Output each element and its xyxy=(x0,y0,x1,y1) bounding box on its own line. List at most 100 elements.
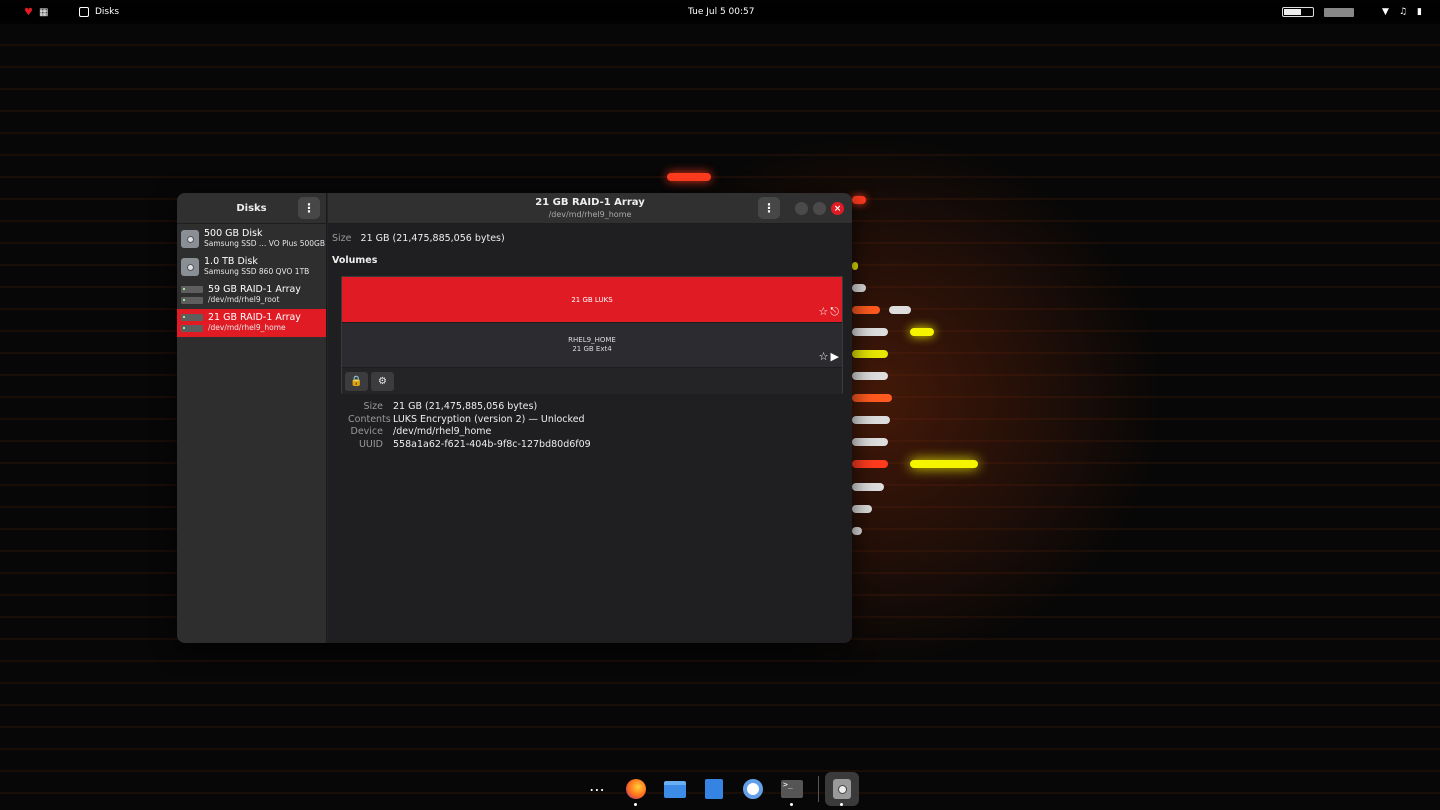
volume-fs-name: RHEL9_HOME xyxy=(568,335,616,344)
files-icon[interactable] xyxy=(663,777,687,801)
detail-key: Size xyxy=(363,400,383,412)
wallpaper-glow xyxy=(852,416,890,424)
header-bar: 21 GB RAID-1 Array /dev/md/rhel9_home ⋮ … xyxy=(328,193,852,224)
disk-item-raid-home[interactable]: 21 GB RAID-1 Array /dev/md/rhel9_home xyxy=(177,309,326,337)
wallpaper-glow xyxy=(852,438,888,446)
top-bar: ♥ ▦ Disks Tue Jul 5 00:57 ▼ ♫ ▮ xyxy=(0,0,1440,24)
detail-key: Device xyxy=(350,426,384,438)
volume-toolbar: 🔒 ⚙ xyxy=(342,367,842,394)
network-icon: ▼ xyxy=(1382,7,1389,17)
detail-key: UUID xyxy=(358,438,383,450)
disk-item-500gb[interactable]: 500 GB Disk Samsung SSD … VO Plus 500GB xyxy=(177,225,326,253)
volume-luks-label: 21 GB LUKS xyxy=(571,295,613,304)
minimize-button[interactable] xyxy=(795,202,808,215)
detail-row-size: Size 21 GB (21,475,885,056 bytes) xyxy=(348,400,591,413)
activities-button[interactable]: ♥ ▦ xyxy=(24,0,48,24)
drive-size: Size 21 GB (21,475,885,056 bytes) xyxy=(332,233,505,244)
sidebar: Disks ⋮ 500 GB Disk Samsung SSD … VO Plu… xyxy=(177,193,327,643)
terminal-icon[interactable]: >_ xyxy=(780,777,804,806)
wallpaper-glow xyxy=(852,262,858,270)
detail-row-uuid: UUID 558a1a62-f621-404b-9f8c-127bd80d6f0… xyxy=(348,438,591,451)
keyboard-layout-indicator[interactable] xyxy=(1282,7,1315,17)
app-menu-button[interactable]: ⋮ xyxy=(298,197,320,219)
wallpaper-glow xyxy=(852,196,866,204)
volume-fs-desc: 21 GB Ext4 xyxy=(572,345,612,353)
detail-row-contents: Contents LUKS Encryption (version 2) — U… xyxy=(348,413,591,426)
dock: ⋯ >_ xyxy=(580,772,862,807)
gears-icon: ⚙ xyxy=(378,375,387,387)
disk-subtitle: Samsung SSD … VO Plus 500GB xyxy=(204,239,325,249)
detail-value: 21 GB (21,475,885,056 bytes) xyxy=(393,400,538,412)
raid-icon xyxy=(181,314,203,332)
wallpaper-glow xyxy=(852,394,892,402)
wallpaper-glow xyxy=(667,173,711,181)
disk-item-1tb[interactable]: 1.0 TB Disk Samsung SSD 860 QVO 1TB xyxy=(177,253,326,281)
firefox-icon[interactable] xyxy=(624,777,648,806)
app-menu[interactable]: Disks xyxy=(79,0,119,24)
disks-window: Disks ⋮ 500 GB Disk Samsung SSD … VO Plu… xyxy=(177,193,852,643)
disks-app-icon xyxy=(79,7,89,17)
wallpaper-glow xyxy=(852,284,866,292)
detail-value: 558a1a62-f621-404b-9f8c-127bd80d6f09 xyxy=(393,438,591,450)
disk-item-raid-root[interactable]: 59 GB RAID-1 Array /dev/md/rhel9_root xyxy=(177,281,326,309)
sidebar-header: Disks ⋮ xyxy=(177,193,326,224)
wallpaper-glow xyxy=(852,483,884,491)
raid-icon xyxy=(181,286,203,304)
wallpaper-glow xyxy=(852,372,888,380)
detail-key: Contents xyxy=(348,413,391,425)
kebab-menu-icon: ⋮ xyxy=(763,201,775,215)
lock-icon: 🔒 xyxy=(350,375,363,387)
volume-luks[interactable]: 21 GB LUKS ☆ ⎋ xyxy=(342,277,842,322)
app-grid-small-icon: ▦ xyxy=(38,6,49,18)
wallpaper-glow xyxy=(852,505,872,513)
kebab-menu-icon: ⋮ xyxy=(303,201,315,215)
input-indicator[interactable] xyxy=(1324,7,1355,17)
star-icon: ☆ xyxy=(818,349,829,363)
disk-icon xyxy=(181,258,199,276)
app-grid-icon[interactable]: ⋯ xyxy=(585,777,609,801)
wallpaper-glow xyxy=(910,460,978,468)
wallpaper-glow xyxy=(889,306,911,314)
disk-subtitle: /dev/md/rhel9_home xyxy=(208,323,286,333)
wallpaper-glow xyxy=(852,306,880,314)
app-menu-label: Disks xyxy=(95,7,120,17)
wallpaper-glow xyxy=(852,460,888,468)
disk-list: 500 GB Disk Samsung SSD … VO Plus 500GB … xyxy=(177,224,326,337)
size-value: 21 GB (21,475,885,056 bytes) xyxy=(360,233,505,244)
wallpaper-glow xyxy=(852,527,862,535)
detail-row-device: Device /dev/md/rhel9_home xyxy=(348,425,591,438)
volume-icon: ♫ xyxy=(1398,7,1408,17)
disk-icon xyxy=(181,230,199,248)
lock-volume-button[interactable]: 🔒 xyxy=(345,371,368,391)
maximize-button[interactable] xyxy=(813,202,826,215)
close-icon: × xyxy=(833,203,842,214)
wallpaper-glow xyxy=(852,328,888,336)
software-icon[interactable] xyxy=(702,777,726,801)
volumes-map: 21 GB LUKS ☆ ⎋ RHEL9_HOME 21 GB Ext4 ☆ ▶… xyxy=(341,276,843,394)
wallpaper-glow xyxy=(852,350,888,358)
volume-settings-button[interactable]: ⚙ xyxy=(371,371,394,391)
close-button[interactable]: × xyxy=(831,202,844,215)
dock-separator xyxy=(818,776,819,802)
help-icon[interactable] xyxy=(741,777,765,801)
volume-ext4[interactable]: RHEL9_HOME 21 GB Ext4 ☆ ▶ xyxy=(342,322,842,367)
detail-value: /dev/md/rhel9_home xyxy=(393,426,492,438)
redhat-logo-icon: ♥ xyxy=(24,6,33,18)
disks-icon[interactable] xyxy=(830,777,854,806)
clock[interactable]: Tue Jul 5 00:57 xyxy=(688,0,754,24)
sidebar-title: Disks xyxy=(236,202,267,214)
lock-icon: ⎋ xyxy=(830,305,839,318)
size-label: Size xyxy=(332,233,352,244)
main-panel: 21 GB RAID-1 Array /dev/md/rhel9_home ⋮ … xyxy=(328,193,852,643)
volumes-heading: Volumes xyxy=(332,255,378,266)
play-icon: ▶ xyxy=(830,349,839,363)
disk-subtitle: Samsung SSD 860 QVO 1TB xyxy=(204,267,310,277)
star-icon: ☆ xyxy=(818,305,829,318)
system-menu[interactable]: ▼ ♫ ▮ xyxy=(1282,0,1422,24)
wallpaper-glow xyxy=(910,328,934,336)
battery-icon: ▮ xyxy=(1417,7,1422,17)
drive-menu-button[interactable]: ⋮ xyxy=(758,197,780,219)
detail-value: LUKS Encryption (version 2) — Unlocked xyxy=(393,413,585,425)
volume-details: Size 21 GB (21,475,885,056 bytes) Conten… xyxy=(348,400,591,451)
disk-subtitle: /dev/md/rhel9_root xyxy=(208,295,280,305)
